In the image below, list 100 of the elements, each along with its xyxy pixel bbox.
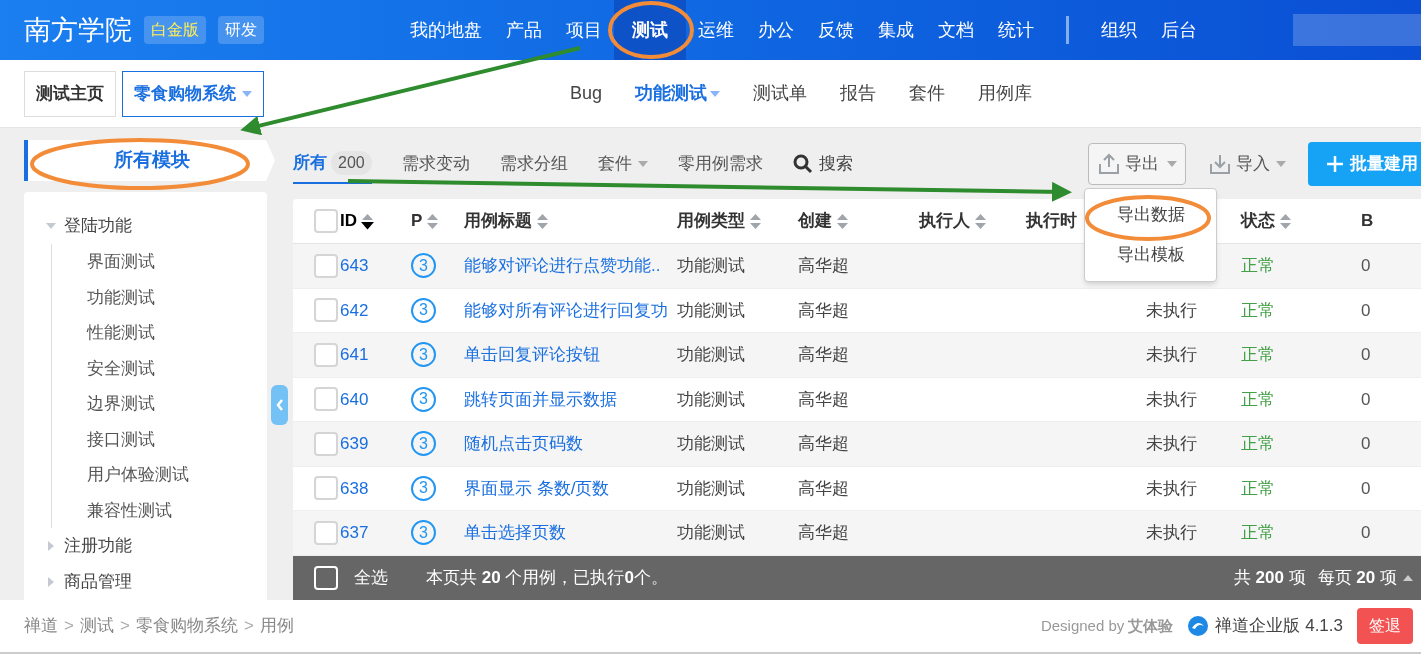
nav-item[interactable]: 我的地盘 bbox=[398, 0, 494, 60]
case-id-link[interactable]: 642 bbox=[340, 300, 369, 320]
subnav-tab[interactable]: Bug bbox=[570, 80, 603, 107]
nav-item[interactable]: 统计 bbox=[986, 0, 1046, 60]
status-text: 正常 bbox=[1241, 478, 1275, 498]
case-title-link[interactable]: 单击选择页数 bbox=[464, 523, 566, 542]
select-all-label[interactable]: 全选 bbox=[354, 565, 388, 591]
tree-item[interactable]: 兼容性测试 bbox=[87, 497, 172, 523]
sort-icon[interactable] bbox=[361, 212, 374, 230]
breadcrumb-link[interactable]: 测试 bbox=[79, 613, 114, 639]
case-id-link[interactable]: 640 bbox=[340, 389, 369, 409]
checkbox[interactable] bbox=[314, 298, 338, 323]
logout-button[interactable]: 签退 bbox=[1357, 608, 1413, 644]
subnav-tab[interactable]: 用例库 bbox=[978, 80, 1033, 107]
table-cell: 0 bbox=[1361, 523, 1371, 542]
filter-tab[interactable]: 需求变动 bbox=[401, 143, 470, 184]
checkbox[interactable] bbox=[314, 342, 338, 367]
column-header[interactable]: 执行时 bbox=[1026, 208, 1077, 234]
case-id-link[interactable]: 641 bbox=[340, 345, 369, 364]
tree-item[interactable]: 商品管理 bbox=[64, 569, 132, 595]
breadcrumb-link[interactable]: 禅道 bbox=[24, 613, 58, 639]
menu-item[interactable]: 导出数据 bbox=[1085, 195, 1216, 235]
breadcrumb-link[interactable]: 用例 bbox=[259, 613, 294, 639]
case-title-link[interactable]: 能够对评论进行点赞功能.. bbox=[464, 256, 661, 275]
tree-item[interactable]: 接口测试 bbox=[87, 426, 155, 452]
subnav-tab[interactable]: 报告 bbox=[840, 80, 877, 107]
table-cell: 未执行 bbox=[1146, 523, 1197, 542]
export-button[interactable]: 导出 bbox=[1088, 142, 1186, 185]
nav-item[interactable]: 项目 bbox=[554, 0, 614, 60]
checkbox[interactable] bbox=[314, 209, 338, 233]
nav-item[interactable]: 组织 bbox=[1089, 16, 1149, 44]
page-size-selector[interactable]: 每页 20 项 bbox=[1317, 565, 1413, 591]
case-id-link[interactable]: 638 bbox=[340, 478, 369, 498]
subnav-tab[interactable]: 测试单 bbox=[753, 80, 808, 107]
breadcrumb-link[interactable]: 零食购物系统 bbox=[135, 613, 238, 639]
filter-tab[interactable]: 套件 bbox=[597, 143, 648, 184]
case-title-link[interactable]: 随机点击页码数 bbox=[464, 434, 583, 453]
case-title-link[interactable]: 跳转页面并显示数据 bbox=[464, 389, 617, 409]
menu-item[interactable]: 导出模板 bbox=[1085, 235, 1216, 275]
nav-item[interactable]: 集成 bbox=[866, 0, 926, 60]
nav-item[interactable]: 文档 bbox=[926, 0, 986, 60]
column-header[interactable]: 状态 bbox=[1241, 208, 1275, 234]
tree-item[interactable]: 用户体验测试 bbox=[87, 462, 189, 488]
column-header[interactable]: ID bbox=[340, 208, 357, 234]
table-cell: 高华超 bbox=[798, 256, 849, 275]
tree-item[interactable]: 界面测试 bbox=[87, 249, 155, 275]
case-id-link[interactable]: 637 bbox=[340, 523, 369, 542]
checkbox[interactable] bbox=[314, 387, 338, 412]
case-id-link[interactable]: 639 bbox=[340, 434, 369, 453]
checkbox[interactable] bbox=[314, 253, 338, 278]
nav-item[interactable]: 产品 bbox=[494, 0, 554, 60]
breadcrumb-item[interactable]: 测试主页 bbox=[24, 70, 116, 117]
count-badge: 200 bbox=[331, 150, 372, 175]
subnav-tab[interactable]: 套件 bbox=[909, 80, 946, 107]
column-header[interactable]: 执行人 bbox=[919, 208, 970, 234]
tree-item[interactable]: 功能测试 bbox=[87, 284, 155, 310]
case-title-link[interactable]: 界面显示 条数/页数 bbox=[464, 478, 610, 498]
subnav-tab[interactable]: 功能测试 bbox=[635, 80, 721, 107]
caret-icon bbox=[1167, 160, 1177, 167]
table-cell: 功能测试 bbox=[677, 434, 745, 453]
tree-item[interactable]: 性能测试 bbox=[87, 320, 155, 346]
column-header[interactable]: P bbox=[411, 208, 423, 234]
column-header[interactable]: B bbox=[1361, 208, 1374, 234]
tree-item[interactable]: 注册功能 bbox=[64, 533, 132, 559]
column-header[interactable]: 用例类型 bbox=[677, 208, 745, 234]
table-cell: 功能测试 bbox=[677, 523, 745, 542]
case-title-link[interactable]: 单击回复评论按钮 bbox=[464, 345, 600, 364]
checkbox[interactable] bbox=[314, 431, 338, 456]
tree-item[interactable]: 登陆功能 bbox=[64, 213, 132, 239]
nav-item[interactable]: 办公 bbox=[746, 0, 806, 60]
tree-item[interactable]: 边界测试 bbox=[87, 391, 155, 417]
breadcrumb-item[interactable]: 零食购物系统 bbox=[122, 70, 264, 117]
filter-tab[interactable]: 所有 200 bbox=[293, 143, 372, 184]
table-cell: 未执行 bbox=[1146, 478, 1197, 498]
nav-item[interactable]: 反馈 bbox=[806, 0, 866, 60]
import-button[interactable]: 导入 bbox=[1208, 142, 1286, 185]
logo-icon bbox=[1187, 615, 1210, 637]
collapse-handle[interactable] bbox=[271, 385, 288, 425]
search-button[interactable]: 搜索 bbox=[792, 150, 853, 177]
search-field[interactable] bbox=[1293, 14, 1421, 46]
status-text: 正常 bbox=[1241, 389, 1275, 409]
case-title-link[interactable]: 能够对所有评论进行回复功 bbox=[464, 300, 668, 320]
checkbox[interactable] bbox=[314, 520, 338, 545]
table-cell: 0 bbox=[1361, 345, 1371, 364]
table-cell: 未执行 bbox=[1146, 300, 1197, 320]
nav-item[interactable]: 后台 bbox=[1149, 16, 1209, 44]
column-header[interactable]: 创建 bbox=[798, 208, 832, 234]
breadcrumb-separator: > bbox=[119, 615, 130, 638]
filter-tab[interactable]: 零用例需求 bbox=[677, 143, 763, 184]
status-text: 正常 bbox=[1241, 523, 1275, 542]
checkbox[interactable] bbox=[314, 476, 338, 501]
filter-tab[interactable]: 需求分组 bbox=[499, 143, 568, 184]
case-id-link[interactable]: 643 bbox=[340, 256, 369, 275]
column-header[interactable]: 用例标题 bbox=[464, 208, 532, 234]
nav-item[interactable]: 运维 bbox=[686, 0, 746, 60]
search-icon bbox=[792, 153, 813, 174]
priority-badge: 3 bbox=[411, 431, 436, 457]
tree-item[interactable]: 安全测试 bbox=[87, 355, 155, 381]
table-cell: 未执行 bbox=[1146, 389, 1197, 409]
table-cell: 未执行 bbox=[1146, 345, 1197, 364]
